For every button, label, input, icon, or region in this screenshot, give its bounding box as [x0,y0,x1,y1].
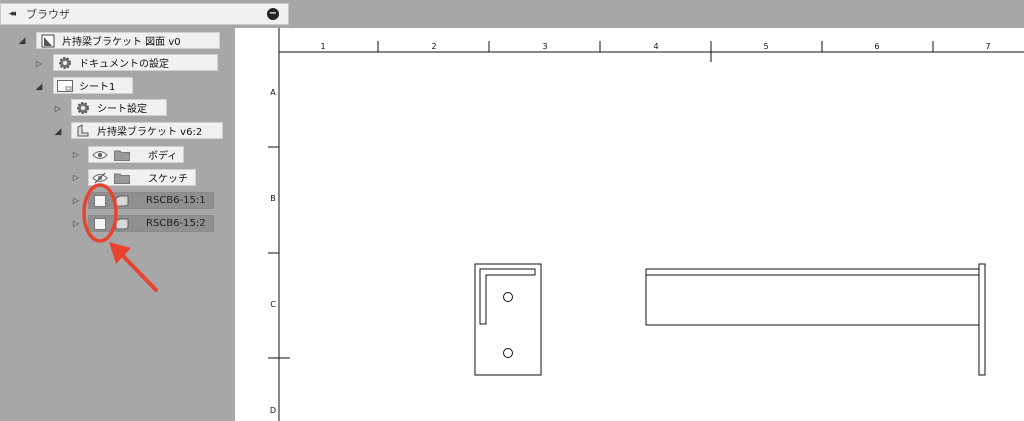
expand-closed-icon[interactable]: ▷ [71,196,81,205]
drawing-canvas[interactable]: 1 2 3 4 5 6 7 A B C D [235,28,1024,421]
arrow-annotation-icon [109,242,158,292]
sheet-icon [57,79,73,93]
body-icon [114,217,130,231]
folder-icon [114,148,130,162]
gear-icon [75,101,91,115]
expand-closed-icon[interactable]: ▷ [53,104,63,113]
tree-item-label: 片持梁ブラケット 図面 v0 [62,37,181,48]
expand-closed-icon[interactable]: ▷ [71,150,81,159]
tree-item-sketches[interactable]: スケッチ [88,169,196,186]
body-icon [114,194,130,208]
tree-item-label: ボディ [148,151,178,162]
tree-item-label: ドキュメントの設定 [79,59,169,70]
row-label: C [270,300,276,309]
drawing-view-1[interactable] [474,263,542,376]
drawing-document-icon [40,34,56,48]
row-label: A [270,88,276,97]
folder-icon [114,171,130,185]
gear-icon [57,56,73,70]
collapse-panel-icon[interactable]: ◂◂ [9,9,16,19]
expand-open-icon[interactable]: ◢ [53,127,63,137]
tree-item-label: 片持梁ブラケット v6:2 [97,127,203,138]
tree-item-view-2[interactable]: RSCB6-15:2 [88,215,214,232]
expand-closed-icon[interactable]: ▷ [71,173,81,182]
visibility-checkbox[interactable] [92,194,108,208]
minimize-icon[interactable]: − [267,8,279,20]
tree-item-label: RSCB6-15:2 [146,218,206,229]
drawing-view-2[interactable] [645,263,986,376]
browser-title: ブラウザ [26,8,71,21]
tree-item-label: RSCB6-15:1 [146,195,206,206]
eye-icon[interactable] [92,148,108,162]
row-label: D [270,406,276,415]
row-label: B [270,194,276,203]
column-label: 2 [431,42,436,51]
tree-item-label: シート設定 [97,104,147,115]
drawing-sheet: 1 2 3 4 5 6 7 A B C D [268,28,1024,421]
tree-item-sheet1[interactable]: シート1 [53,77,133,94]
column-label: 7 [985,42,990,51]
column-label: 3 [542,42,547,51]
tree-item-component[interactable]: 片持梁ブラケット v6:2 [71,122,223,139]
expand-open-icon[interactable]: ◢ [34,82,44,92]
column-label: 4 [653,42,658,51]
eye-hidden-icon[interactable] [92,171,108,185]
tree-item-bodies[interactable]: ボディ [88,146,184,163]
column-label: 6 [874,42,879,51]
column-label: 5 [763,42,768,51]
browser-panel-header: ◂◂ ブラウザ − [0,3,289,25]
expand-open-icon[interactable]: ◢ [17,36,27,46]
component-icon [75,123,91,138]
tree-item-document-settings[interactable]: ドキュメントの設定 [53,54,218,71]
tree-item-sheet-settings[interactable]: シート設定 [71,99,167,116]
tree-item-label: シート1 [79,82,116,93]
visibility-checkbox[interactable] [92,217,108,231]
expand-closed-icon[interactable]: ▷ [71,219,81,228]
tree-item-view-1[interactable]: RSCB6-15:1 [88,192,214,209]
tree-item-root-drawing[interactable]: 片持梁ブラケット 図面 v0 [36,32,220,49]
expand-closed-icon[interactable]: ▷ [34,59,44,68]
tree-item-label: スケッチ [148,174,188,185]
column-label: 1 [320,42,325,51]
